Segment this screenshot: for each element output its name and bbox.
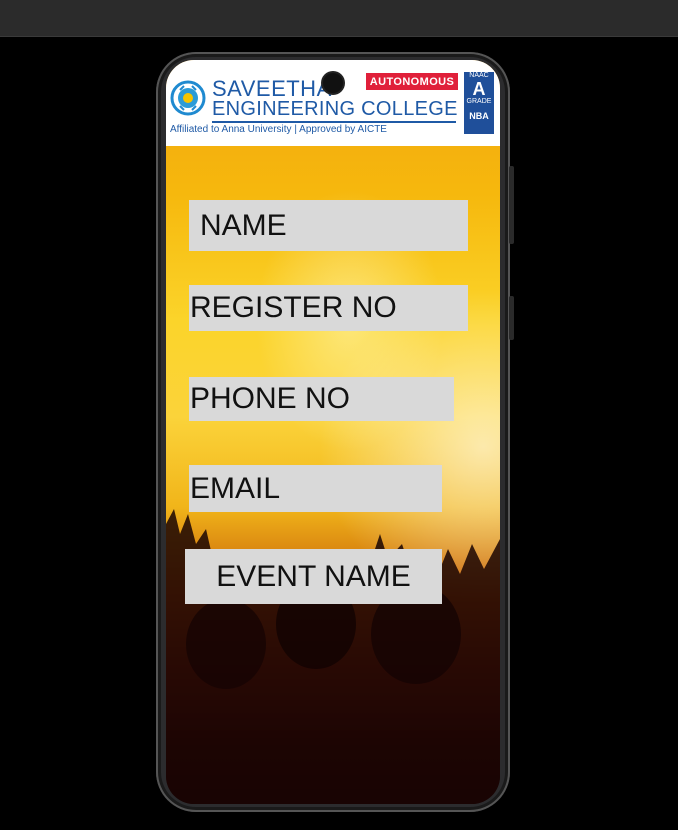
- college-emblem-icon: [170, 80, 206, 116]
- phone-side-button: [509, 296, 514, 340]
- phone-side-button: [509, 166, 514, 244]
- college-name-line2: ENGINEERING COLLEGE: [212, 98, 458, 120]
- front-camera-icon: [323, 73, 343, 93]
- affiliation-text: Affiliated to Anna University | Approved…: [170, 124, 387, 135]
- divider: [212, 121, 456, 123]
- name-field[interactable]: NAME: [189, 200, 468, 251]
- nba-label: NBA: [469, 111, 489, 121]
- app-screen: SAVEETHA ENGINEERING COLLEGE Affiliated …: [166, 60, 500, 804]
- naac-badge: NAAC A GRADE NBA: [464, 72, 494, 134]
- event-name-button[interactable]: EVENT NAME: [185, 549, 442, 604]
- grade-word: GRADE: [466, 98, 492, 105]
- register-no-field[interactable]: REGISTER NO: [189, 285, 468, 331]
- autonomous-badge: AUTONOMOUS: [366, 73, 458, 90]
- email-field[interactable]: EMAIL: [189, 465, 442, 512]
- top-toolbar: [0, 0, 678, 37]
- phone-no-field[interactable]: PHONE NO: [189, 377, 454, 421]
- naac-grade: A: [472, 79, 486, 99]
